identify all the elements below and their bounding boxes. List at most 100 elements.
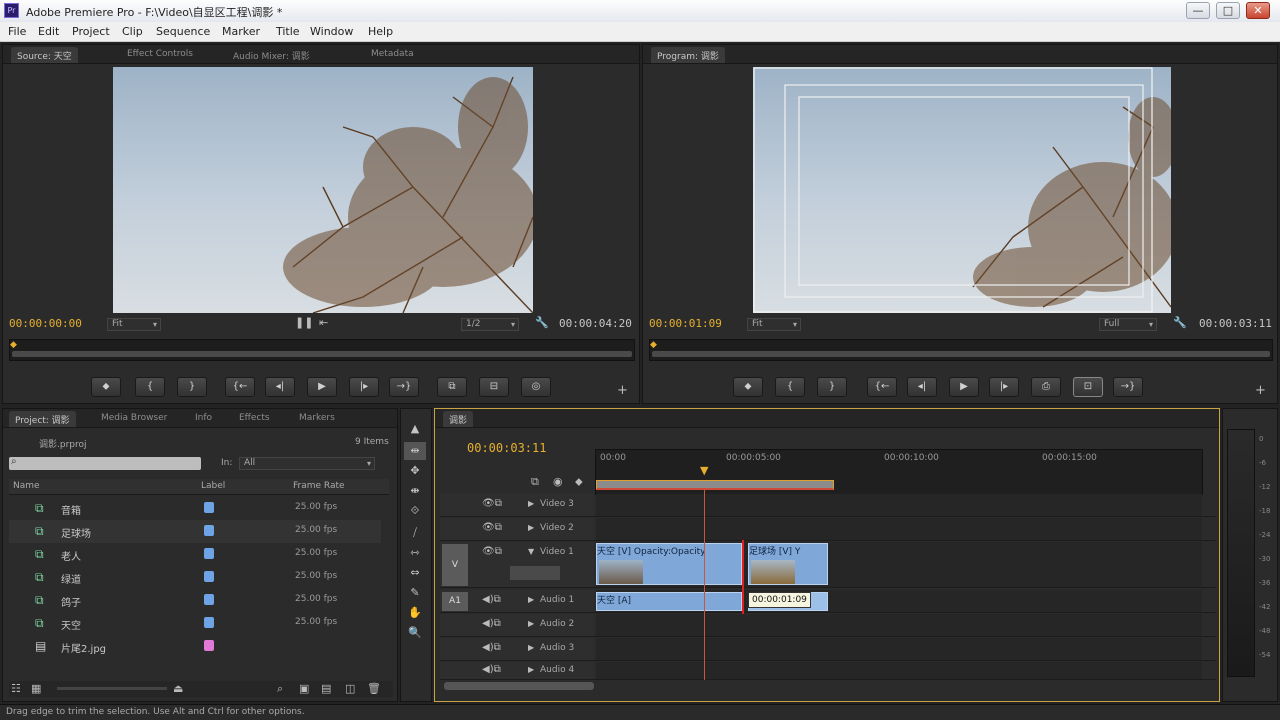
label-swatch[interactable] [204, 502, 214, 513]
minimize-button[interactable]: — [1186, 2, 1210, 19]
program-wrench-icon[interactable]: 🔧 [1173, 316, 1187, 329]
slip-tool-icon[interactable]: ⇿ [404, 544, 426, 562]
play-button[interactable]: ▶ [307, 377, 337, 397]
program-mark-in-button[interactable]: { [775, 377, 805, 397]
label-swatch[interactable] [204, 571, 214, 582]
playhead-icon[interactable]: ▼ [700, 464, 708, 477]
program-scrubber[interactable]: ◆ [649, 339, 1273, 361]
clip-sky-video[interactable]: 天空 [V] Opacity:Opacity [596, 543, 742, 585]
new-sequence-icon[interactable]: ◫ [345, 682, 355, 695]
pen-tool-icon[interactable]: ✎ [404, 584, 426, 602]
expand-icon[interactable]: ▶ [528, 595, 534, 604]
program-step-back-button[interactable]: ◂| [907, 377, 937, 397]
project-item[interactable]: ⧉ 老人 25.00 fps [9, 543, 381, 566]
menu-clip[interactable]: Clip [122, 25, 143, 38]
program-zoom-select[interactable]: Fit [747, 318, 801, 331]
program-timecode[interactable]: 00:00:01:09 [649, 317, 722, 330]
eye-icon[interactable]: 👁⧉ [482, 522, 502, 533]
expand-icon[interactable]: ▶ [528, 665, 534, 674]
track-audio-2[interactable]: ◀)⧉ ▶ Audio 2 [440, 614, 1216, 637]
pause-icon[interactable]: ❚❚ [295, 316, 313, 329]
track-video-1[interactable]: V 👁⧉ ▼ Video 1 天空 [V] Opacity:Opacity 足球… [440, 542, 1216, 588]
col-label[interactable]: Label [201, 481, 225, 491]
insert-button[interactable]: ⧉ [437, 377, 467, 397]
track-body[interactable] [596, 614, 1202, 636]
marker-icon[interactable]: ◉ [553, 475, 563, 488]
expand-icon[interactable]: ▶ [528, 499, 534, 508]
program-playhead-icon[interactable]: ◆ [650, 340, 657, 350]
menu-marker[interactable]: Marker [222, 25, 260, 38]
tab-program[interactable]: Program: 调影 [651, 47, 725, 63]
track-video-3[interactable]: 👁⧉ ▶ Video 3 [440, 494, 1216, 517]
tab-media-browser[interactable]: Media Browser [95, 411, 173, 427]
label-swatch[interactable] [204, 548, 214, 559]
col-name[interactable]: Name [13, 481, 40, 491]
close-button[interactable]: ✕ [1246, 2, 1270, 19]
tab-audio-mixer[interactable]: Audio Mixer: 调影 [227, 47, 316, 63]
label-swatch[interactable] [204, 617, 214, 628]
audio-target[interactable]: A1 [442, 592, 468, 611]
maximize-button[interactable]: □ [1216, 2, 1240, 19]
track-body[interactable]: 天空 [V] Opacity:Opacity 足球场 [V] Y [596, 542, 1202, 587]
label-swatch[interactable] [204, 594, 214, 605]
speaker-icon[interactable]: ◀)⧉ [482, 594, 501, 605]
program-go-to-out-button[interactable]: →} [1113, 377, 1143, 397]
program-go-to-in-button[interactable]: {← [867, 377, 897, 397]
source-scrubber[interactable]: ◆ [9, 339, 635, 361]
expand-icon[interactable]: ▶ [528, 619, 534, 628]
source-add-button[interactable]: + [617, 383, 628, 398]
collapse-icon[interactable]: ▼ [528, 547, 534, 556]
source-resolution-select[interactable]: 1/2 [461, 318, 519, 331]
track-body[interactable] [596, 662, 1202, 679]
program-play-button[interactable]: ▶ [949, 377, 979, 397]
icon-view-icon[interactable]: ▦ [31, 682, 41, 695]
label-swatch[interactable] [204, 525, 214, 536]
source-timecode[interactable]: 00:00:00:00 [9, 317, 82, 330]
ripple-edit-tool-icon[interactable]: ✥ [404, 462, 426, 480]
source-scrub-bar[interactable] [12, 351, 632, 357]
menu-edit[interactable]: Edit [38, 25, 59, 38]
timeline-zoom-scrollbar[interactable] [444, 682, 594, 690]
new-bin-icon[interactable]: ▣ [299, 682, 309, 695]
clip-football-video[interactable]: 足球场 [V] Y [748, 543, 828, 585]
rolling-edit-tool-icon[interactable]: ⇼ [404, 482, 426, 500]
list-view-icon[interactable]: ☷ [11, 682, 21, 695]
video-target[interactable]: V [442, 544, 468, 586]
keyframe-controls[interactable] [510, 566, 560, 580]
program-scrub-bar[interactable] [652, 351, 1270, 357]
label-swatch[interactable] [204, 640, 214, 651]
zoom-tool-icon[interactable]: 🔍 [404, 624, 426, 642]
tab-project[interactable]: Project: 调影 [9, 411, 76, 427]
program-safe-margins-button[interactable]: ⊡ [1073, 377, 1103, 397]
tab-markers[interactable]: Markers [293, 411, 341, 427]
overwrite-button[interactable]: ⊟ [479, 377, 509, 397]
tab-metadata[interactable]: Metadata [365, 47, 420, 63]
find-icon[interactable]: ⌕ [277, 682, 283, 696]
project-item[interactable]: ⧉ 鸽子 25.00 fps [9, 589, 381, 612]
track-body[interactable] [596, 518, 1202, 540]
menu-window[interactable]: Window [310, 25, 353, 38]
project-item[interactable]: ⧉ 足球场 25.00 fps [9, 520, 381, 543]
timeline-timecode[interactable]: 00:00:03:11 [467, 441, 546, 455]
speaker-icon[interactable]: ◀)⧉ [482, 642, 501, 653]
menu-help[interactable]: Help [368, 25, 393, 38]
track-audio-4[interactable]: ◀)⧉ ▶ Audio 4 [440, 662, 1216, 680]
eye-icon[interactable]: 👁⧉ [482, 498, 502, 509]
project-search-input[interactable]: ⌕ [9, 456, 201, 470]
program-mark-out-button[interactable]: } [817, 377, 847, 397]
trash-icon[interactable]: 🗑 [367, 682, 381, 695]
program-step-forward-button[interactable]: |▸ [989, 377, 1019, 397]
speaker-icon[interactable]: ◀)⧉ [482, 664, 501, 675]
slide-tool-icon[interactable]: ⇔ [404, 564, 426, 582]
menu-sequence[interactable]: Sequence [156, 25, 210, 38]
eye-icon[interactable]: 👁⧉ [482, 546, 502, 557]
track-select-tool-icon[interactable]: ⇹ [404, 442, 426, 460]
snap-icon[interactable]: ⧉ [531, 475, 539, 489]
wrench-icon[interactable]: 🔧 [535, 316, 549, 329]
menu-title[interactable]: Title [276, 25, 300, 38]
go-to-out-button[interactable]: →} [389, 377, 419, 397]
project-item[interactable]: ⧉ 绿道 25.00 fps [9, 566, 381, 589]
step-back-button[interactable]: ◂| [265, 377, 295, 397]
track-body[interactable] [596, 494, 1202, 516]
work-area-bar[interactable] [596, 480, 834, 490]
